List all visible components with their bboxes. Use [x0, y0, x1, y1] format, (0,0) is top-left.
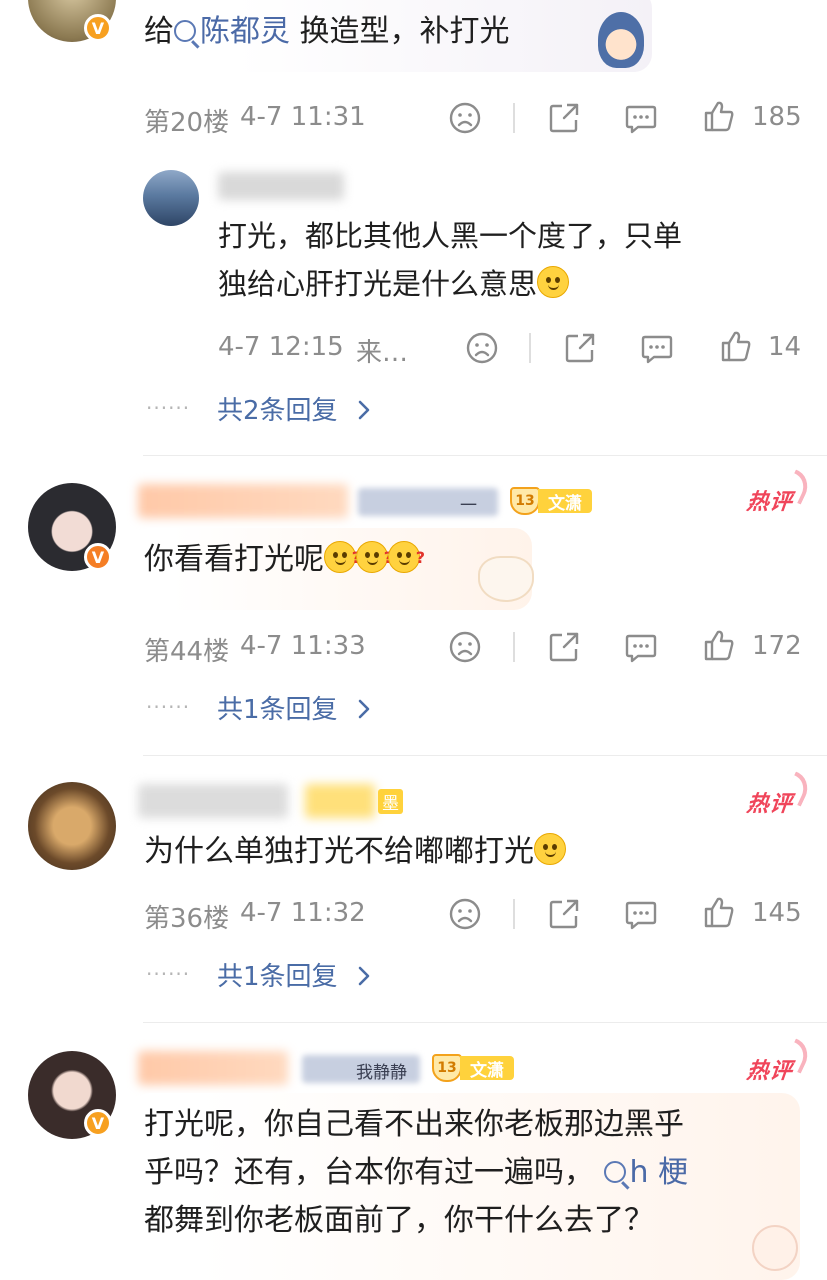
topic-link[interactable]: 陈都灵	[174, 14, 290, 49]
thumbs-up-icon[interactable]	[702, 628, 736, 662]
dislike-face-icon[interactable]	[465, 331, 499, 365]
smile-emoji-icon	[534, 833, 566, 865]
divider	[513, 103, 515, 133]
avatar[interactable]	[143, 170, 199, 226]
level-label: 文潇	[538, 489, 592, 514]
chevron-right-icon	[356, 398, 372, 422]
verified-v-icon: V	[84, 14, 112, 42]
like-count: 172	[752, 631, 802, 661]
search-link-icon	[174, 20, 196, 42]
avatar[interactable]	[28, 782, 116, 870]
bubble-girl-illustration-icon	[598, 12, 644, 68]
share-icon[interactable]	[547, 897, 581, 931]
dislike-face-icon[interactable]	[448, 897, 482, 931]
reply-time: 4-7 12:15	[218, 332, 344, 362]
reply-source: 来…	[356, 338, 409, 368]
share-icon[interactable]	[547, 630, 581, 664]
confused-emoji-icon: ?	[388, 541, 425, 573]
fan-tag-text: 我静静	[356, 1063, 407, 1083]
thumbs-up-icon[interactable]	[702, 895, 736, 929]
comment-floor-44: V 一 13 文潇 热评 你看看打光呢??? 第44楼 4-7 11:33 17…	[0, 456, 827, 754]
comment-hot: V 我静静 13 文潇 热评 打光呢，你自己看不出来你老板那边黑乎 乎吗？还有，…	[0, 1023, 827, 1280]
level-label: 文潇	[460, 1056, 514, 1081]
comment-text: 为什么单独打光不给嘟嘟打光	[144, 828, 566, 876]
comment-icon[interactable]	[624, 897, 658, 931]
view-replies-link[interactable]: 共1条回复	[217, 956, 372, 993]
level-shield-icon: 13	[510, 487, 540, 515]
fan-tag-text: 一	[460, 496, 477, 516]
more-dots: ······	[146, 396, 191, 420]
comment-time: 4-7 11:33	[240, 631, 366, 661]
dislike-face-icon[interactable]	[448, 101, 482, 135]
confused-emoji-icon: ?	[356, 541, 393, 573]
floor-number: 第36楼	[144, 904, 230, 934]
username[interactable]	[218, 172, 344, 200]
chevron-right-icon	[356, 697, 372, 721]
divider	[513, 899, 515, 929]
comment-text: 打光呢，你自己看不出来你老板那边黑乎 乎吗？还有，台本你有过一遍吗， h 梗 都…	[144, 1107, 689, 1238]
comment-icon[interactable]	[624, 101, 658, 135]
chevron-right-icon	[356, 964, 372, 988]
hot-comment-badge: 热评	[745, 469, 815, 516]
divider	[529, 333, 531, 363]
reply-text: 打光，都比其他人黑一个度了，只单 独给心肝打光是什么意思	[218, 219, 683, 301]
fan-tag[interactable]	[305, 784, 375, 818]
hot-flame-icon	[782, 771, 815, 807]
comment-floor-36: 墨 热评 为什么单独打光不给嘟嘟打光 第36楼 4-7 11:32 145 ··…	[0, 756, 827, 1022]
topic-link[interactable]: h 梗	[603, 1155, 688, 1190]
floor-number: 第20楼	[144, 108, 230, 138]
level-badge[interactable]: 13 文潇	[510, 487, 592, 515]
hot-comment-badge: 热评	[745, 771, 815, 818]
level-badge[interactable]: 13 文潇	[432, 1054, 514, 1082]
like-count: 145	[752, 898, 802, 928]
comment-floor-20: V 给陈都灵 换造型，补打光 第20楼 4-7 11:31 185 打光，都比其…	[0, 0, 827, 455]
share-icon[interactable]	[547, 101, 581, 135]
comment-icon[interactable]	[640, 331, 674, 365]
view-replies-link[interactable]: 共2条回复	[217, 390, 372, 427]
username[interactable]	[138, 1051, 288, 1085]
like-count: 14	[768, 332, 802, 362]
fan-tag-text: 墨	[378, 789, 403, 814]
divider	[513, 632, 515, 662]
comment-icon[interactable]	[624, 630, 658, 664]
comment-time: 4-7 11:31	[240, 102, 366, 132]
username[interactable]	[138, 784, 288, 818]
comment-text: 你看看打光呢???	[144, 541, 425, 577]
view-replies-link[interactable]: 共1条回复	[217, 689, 372, 726]
more-dots: ······	[146, 695, 191, 719]
bunny-illustration-icon	[478, 556, 534, 602]
level-shield-icon: 13	[432, 1054, 462, 1082]
like-count: 185	[752, 102, 802, 132]
confused-emoji-icon: ?	[324, 541, 361, 573]
thumbs-up-icon[interactable]	[702, 99, 736, 133]
search-link-icon	[603, 1161, 626, 1183]
fan-tag[interactable]	[358, 488, 498, 516]
dislike-face-icon[interactable]	[448, 630, 482, 664]
comment-text: 给陈都灵 换造型，补打光	[144, 14, 510, 49]
comment-time: 4-7 11:32	[240, 898, 366, 928]
thumbs-up-icon[interactable]	[719, 329, 753, 363]
hot-flame-icon	[782, 469, 815, 505]
thinking-emoji-icon	[537, 266, 570, 298]
username[interactable]	[138, 484, 348, 518]
verified-v-icon: V	[84, 543, 112, 571]
floor-number: 第44楼	[144, 637, 230, 667]
hot-comment-badge: 热评	[745, 1038, 815, 1085]
verified-v-icon: V	[84, 1109, 112, 1137]
cartoon-girl-illustration-icon	[752, 1225, 798, 1271]
more-dots: ······	[146, 962, 191, 986]
share-icon[interactable]	[563, 331, 597, 365]
hot-flame-icon	[782, 1038, 815, 1074]
